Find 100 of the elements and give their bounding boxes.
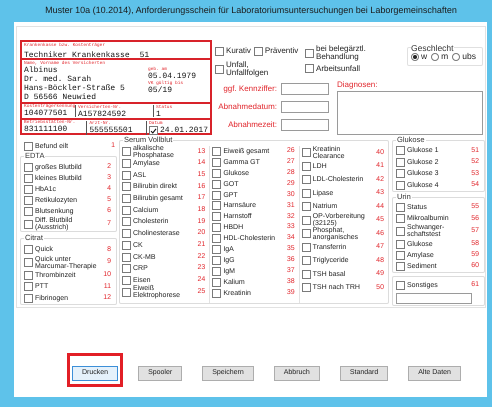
checkbox[interactable] — [24, 142, 33, 151]
field-label: Abnahmedatum: — [217, 101, 277, 113]
checkbox[interactable] — [302, 283, 311, 292]
input-field[interactable] — [281, 119, 329, 131]
checkbox[interactable] — [212, 234, 222, 244]
radio-button[interactable] — [452, 52, 460, 61]
radio-label: ubs — [462, 50, 476, 63]
checkbox[interactable] — [122, 264, 131, 274]
field-label: Abnahmezeit: — [227, 119, 277, 131]
field-value: 51 — [140, 51, 150, 60]
field-value: 05.04.1979 — [148, 72, 196, 81]
checkbox[interactable] — [122, 206, 131, 215]
field-value: 555555501 — [89, 126, 134, 135]
checkbox[interactable] — [122, 288, 131, 297]
checkbox[interactable] — [396, 203, 405, 212]
diagnoses-field[interactable] — [337, 91, 483, 135]
checkbox[interactable] — [302, 242, 311, 252]
checkbox[interactable] — [24, 245, 33, 254]
checkbox[interactable] — [122, 194, 131, 204]
checkbox[interactable] — [212, 223, 222, 232]
checkbox[interactable] — [302, 270, 311, 279]
checkbox[interactable] — [305, 64, 314, 73]
checkbox[interactable] — [302, 162, 311, 171]
group-title: Geschlecht — [411, 44, 454, 53]
input-field[interactable] — [281, 101, 329, 113]
checkbox[interactable] — [212, 244, 222, 254]
checkbox[interactable] — [302, 188, 311, 198]
checkbox[interactable] — [302, 202, 311, 212]
checkbox[interactable] — [212, 256, 222, 265]
checkbox[interactable] — [396, 226, 405, 236]
checkbox[interactable] — [24, 174, 33, 183]
radio-label: m — [441, 51, 448, 63]
checkbox[interactable] — [24, 185, 33, 194]
checkbox[interactable] — [215, 46, 224, 56]
window-title: Muster 10a (10.2014), Anforderungsschein für Laboratoriumsuntersuchungen bei Laborgemeinschaften — [44, 4, 458, 18]
checkbox[interactable] — [122, 147, 131, 156]
checkbox[interactable] — [122, 229, 131, 238]
option-label: Unfall, Unfallfolgen — [226, 61, 268, 77]
checkbox[interactable] — [254, 46, 263, 56]
checkbox[interactable] — [396, 262, 405, 271]
checkbox[interactable] — [212, 180, 222, 189]
field-label: ggf. Kennziffer: — [222, 83, 277, 95]
checkbox[interactable] — [212, 288, 222, 298]
checkbox[interactable] — [212, 266, 222, 276]
checkbox[interactable] — [396, 281, 405, 290]
field-value: 104077501 — [24, 109, 68, 118]
checkbox[interactable] — [212, 278, 222, 287]
checkbox[interactable] — [122, 276, 131, 285]
checkbox[interactable] — [24, 207, 33, 216]
field-value: Albinus — [24, 66, 59, 75]
checked-checkbox[interactable] — [148, 126, 158, 135]
checkbox[interactable] — [396, 146, 405, 156]
checkbox[interactable] — [396, 158, 405, 167]
option-label: Präventiv — [264, 45, 298, 57]
checkbox[interactable] — [122, 217, 131, 226]
input-field[interactable] — [281, 83, 329, 95]
checkbox[interactable] — [24, 196, 33, 205]
field-label: Diagnosen: — [337, 80, 378, 89]
checkbox[interactable] — [212, 201, 222, 210]
field-value: 831111100 — [24, 125, 68, 134]
checkbox[interactable] — [24, 294, 33, 303]
checkbox[interactable] — [302, 216, 311, 225]
checkbox[interactable] — [212, 146, 222, 156]
field-value: 1 — [156, 110, 162, 119]
field-value: Techniker Krankenkasse — [24, 51, 130, 60]
field-value: Hans-Böckler-Straße 5 — [24, 84, 126, 93]
checkbox[interactable] — [396, 169, 405, 178]
checkbox[interactable] — [396, 240, 405, 248]
checkbox[interactable] — [305, 48, 314, 58]
field-value: Dr. med. Sarah — [24, 75, 92, 84]
checkbox[interactable] — [122, 170, 131, 180]
checkbox[interactable] — [212, 158, 222, 167]
checkbox[interactable] — [122, 240, 131, 250]
checkbox[interactable] — [24, 220, 33, 228]
input-field[interactable] — [396, 293, 472, 304]
checkbox[interactable] — [396, 250, 405, 260]
checkbox[interactable] — [24, 282, 33, 292]
option-label: Arbeitsunfall — [316, 64, 360, 72]
checkbox[interactable] — [215, 64, 224, 74]
checkbox[interactable] — [212, 168, 222, 178]
option-label: Kurativ — [226, 45, 251, 57]
field-value: 05/19 — [148, 86, 174, 95]
radio-label: w — [421, 51, 428, 63]
checkbox[interactable] — [396, 180, 405, 190]
checkbox[interactable] — [302, 229, 311, 238]
checkbox[interactable] — [24, 163, 33, 172]
field-value: 24.01.2017 — [160, 126, 208, 135]
checkbox[interactable] — [122, 252, 131, 262]
checkbox[interactable] — [212, 190, 222, 200]
checkbox[interactable] — [212, 212, 222, 222]
checkbox[interactable] — [396, 214, 405, 224]
checkbox[interactable] — [24, 258, 33, 267]
checkbox[interactable] — [302, 175, 311, 184]
checkbox[interactable] — [302, 256, 311, 266]
checkbox[interactable] — [122, 182, 131, 192]
field-value: D 56566 Neuwied — [24, 93, 98, 102]
checkbox[interactable] — [302, 148, 311, 158]
checkbox[interactable] — [24, 270, 33, 280]
field-value: A157824592 — [78, 110, 128, 119]
checkbox[interactable] — [122, 159, 131, 168]
